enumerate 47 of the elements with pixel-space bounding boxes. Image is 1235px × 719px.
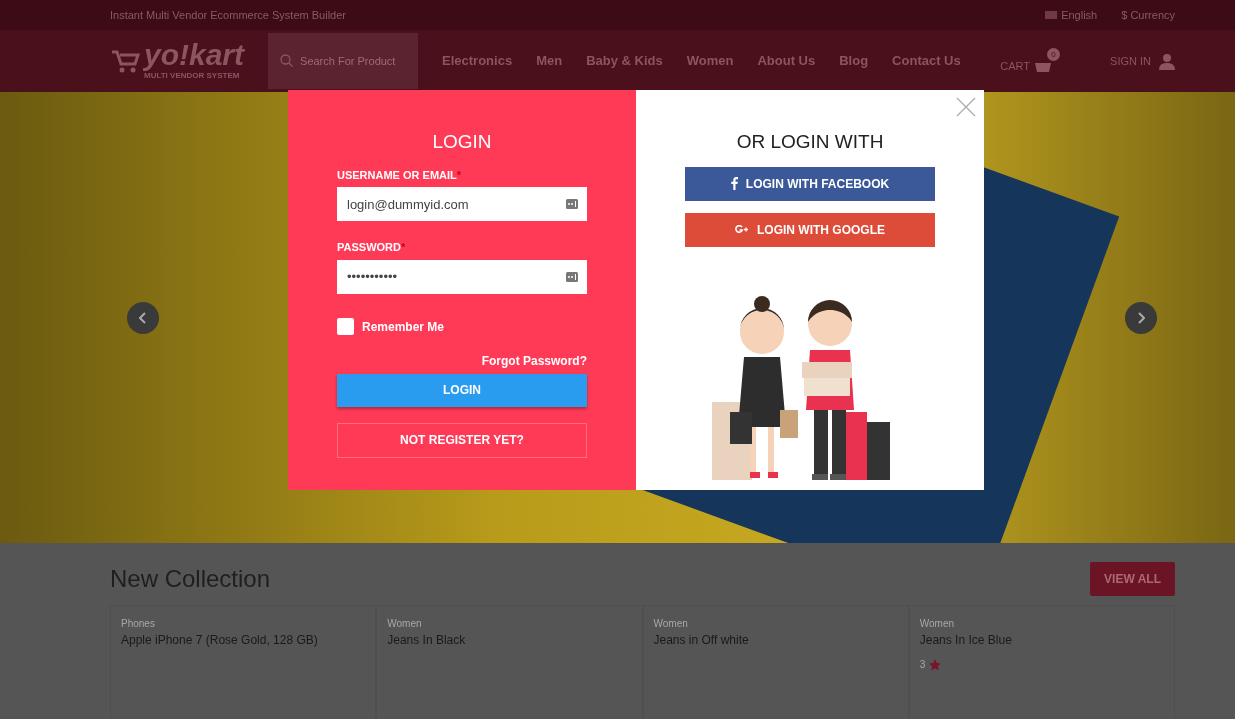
chevron-left-icon bbox=[139, 312, 147, 324]
product-category: Phones bbox=[121, 617, 156, 631]
nav-link[interactable]: Women bbox=[686, 51, 734, 71]
social-login-button[interactable]: LOGIN WITH GOOGLE bbox=[685, 212, 935, 247]
nav-link[interactable]: Men bbox=[536, 51, 563, 71]
logo[interactable]: yo!kart MULTI VENDOR SYSTEM bbox=[110, 40, 245, 82]
carousel-prev-button[interactable] bbox=[127, 302, 159, 334]
product-card[interactable]: Women Jeans In Black bbox=[376, 605, 643, 719]
login-title: LOGIN bbox=[431, 130, 493, 154]
carousel-next-button[interactable] bbox=[1125, 302, 1157, 334]
language-link[interactable]: English bbox=[1045, 6, 1098, 24]
currency-link[interactable]: $ Currency bbox=[1121, 6, 1175, 24]
nav-link[interactable]: Contact Us bbox=[892, 51, 961, 71]
input-field[interactable]: login@dummyid.com bbox=[337, 187, 587, 221]
product-category: Women bbox=[653, 617, 689, 631]
product-category: Women bbox=[919, 617, 956, 631]
google-plus-icon bbox=[735, 225, 749, 234]
product-name: Apple iPhone 7 (Rose Gold, 128 GB) bbox=[121, 632, 319, 649]
tagline: Instant Multi Vendor Ecommerce System Builder bbox=[110, 7, 346, 23]
remember-label: Remember Me bbox=[362, 318, 445, 336]
forgot-password-link[interactable]: Forgot Password? bbox=[481, 351, 587, 370]
input-field[interactable]: ••••••••••• bbox=[337, 259, 587, 294]
product-name: Jeans In Black bbox=[387, 632, 467, 649]
login-button[interactable]: LOGIN bbox=[337, 373, 587, 407]
nav-link[interactable]: About Us bbox=[757, 51, 816, 71]
social-login-button[interactable]: LOGIN WITH FACEBOOK bbox=[685, 166, 935, 201]
sign-in-link[interactable]: SIGN IN bbox=[1110, 52, 1175, 70]
nav-link[interactable]: Blog bbox=[839, 51, 869, 71]
field-label: PASSWORD* bbox=[337, 240, 407, 255]
close-button[interactable] bbox=[956, 96, 976, 117]
remember-checkbox[interactable] bbox=[337, 318, 354, 335]
user-icon bbox=[1159, 52, 1175, 70]
rating-count: 3 bbox=[919, 658, 926, 672]
product-card[interactable]: Phones Apple iPhone 7 (Rose Gold, 128 GB) bbox=[110, 605, 377, 719]
product-category: Women bbox=[387, 617, 423, 631]
register-button[interactable]: NOT REGISTER YET? bbox=[337, 422, 587, 458]
star-icon bbox=[929, 658, 942, 671]
search-icon bbox=[280, 54, 294, 67]
chevron-right-icon bbox=[1137, 312, 1145, 324]
nav-link[interactable]: Electronics bbox=[442, 51, 513, 71]
facebook-icon bbox=[730, 177, 738, 190]
flag-icon bbox=[1045, 11, 1058, 19]
field-label: USERNAME OR EMAIL* bbox=[337, 167, 463, 183]
search-field[interactable]: Search For Product bbox=[268, 33, 419, 89]
social-login-title: OR LOGIN WITH bbox=[735, 130, 885, 154]
view-all-button[interactable]: VIEW ALL bbox=[1090, 562, 1175, 596]
nav-link[interactable]: Baby & Kids bbox=[586, 51, 663, 71]
